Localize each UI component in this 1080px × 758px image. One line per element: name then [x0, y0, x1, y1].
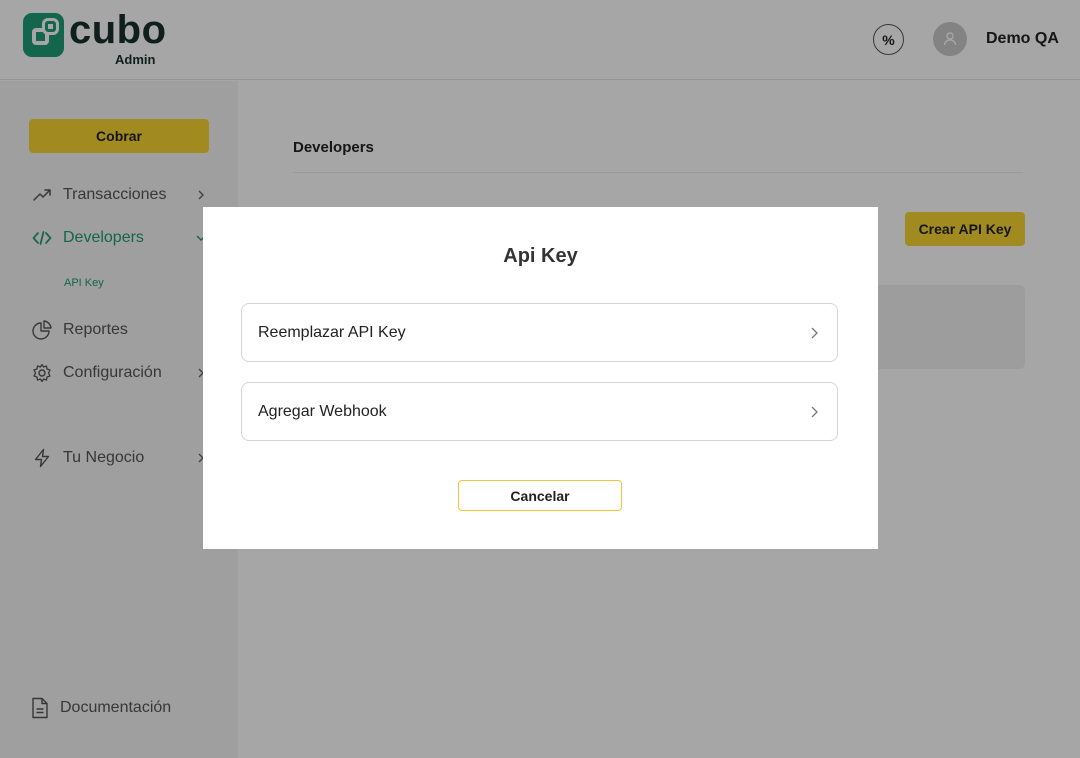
cancel-button[interactable]: Cancelar [458, 480, 622, 511]
add-webhook-option[interactable]: Agregar Webhook [241, 382, 838, 441]
option-label: Agregar Webhook [258, 402, 387, 420]
option-label: Reemplazar API Key [258, 323, 406, 341]
chevron-right-icon [807, 326, 821, 340]
modal-title: Api Key [503, 245, 578, 267]
api-key-modal: Api Key Reemplazar API Key Agregar Webho… [203, 207, 878, 549]
replace-api-key-option[interactable]: Reemplazar API Key [241, 303, 838, 362]
chevron-right-icon [807, 405, 821, 419]
